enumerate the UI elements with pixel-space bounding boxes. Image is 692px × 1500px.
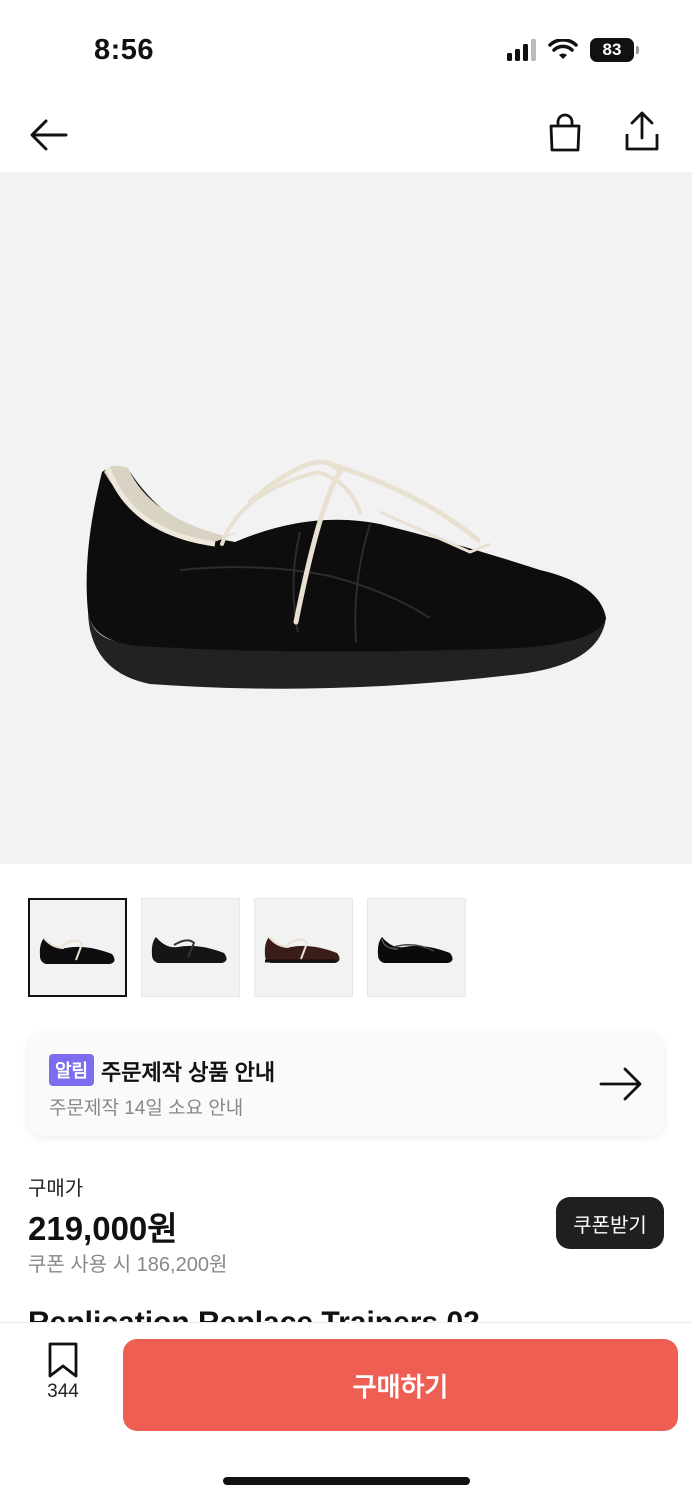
cellular-signal-icon xyxy=(507,39,536,61)
price-label: 구매가 xyxy=(28,1178,84,1200)
thumbnail-2[interactable] xyxy=(141,898,240,997)
sneaker-thumbnail-icon xyxy=(377,937,453,963)
notice-title: 주문제작 상품 안내 xyxy=(101,1060,276,1085)
notice-subtitle: 주문제작 14일 소요 안내 xyxy=(49,1098,244,1119)
notice-badge: 알림 xyxy=(49,1054,95,1086)
thumbnail-4[interactable] xyxy=(367,898,466,997)
home-indicator xyxy=(223,1477,470,1485)
arrow-right-icon[interactable] xyxy=(598,1064,644,1104)
thumbnail-1[interactable] xyxy=(28,898,127,997)
buy-button[interactable]: 구매하기 xyxy=(123,1339,678,1431)
price-value: 219,000원 xyxy=(28,1210,178,1247)
shopping-bag-icon[interactable] xyxy=(545,112,585,154)
sneaker-image xyxy=(86,459,607,689)
bookmark-button[interactable]: 344 xyxy=(30,1341,96,1421)
get-coupon-button[interactable]: 쿠폰받기 xyxy=(556,1197,664,1249)
navigation-bar xyxy=(0,100,692,172)
battery-indicator: 83 xyxy=(590,38,639,62)
wifi-icon xyxy=(548,39,578,59)
status-bar: 8:56 83 xyxy=(0,0,692,100)
custom-order-notice-card[interactable]: 알림 주문제작 상품 안내 주문제작 14일 소요 안내 xyxy=(28,1032,664,1136)
status-time: 8:56 xyxy=(94,34,155,66)
sneaker-thumbnail-icon xyxy=(151,937,227,963)
arrow-left-icon[interactable] xyxy=(28,114,70,156)
sneaker-thumbnail-icon xyxy=(264,936,340,963)
share-icon[interactable] xyxy=(622,110,662,154)
bottom-action-bar: 344 구매하기 xyxy=(0,1322,692,1500)
thumbnail-3[interactable] xyxy=(254,898,353,997)
status-indicators: 83 xyxy=(507,38,639,62)
sneaker-thumbnail-icon xyxy=(39,937,115,964)
bookmark-icon xyxy=(48,1342,78,1378)
coupon-price: 쿠폰 사용 시 186,200원 xyxy=(28,1254,228,1276)
bookmark-count: 344 xyxy=(47,1381,79,1402)
thumbnail-strip xyxy=(28,898,466,997)
product-image[interactable] xyxy=(0,172,692,864)
